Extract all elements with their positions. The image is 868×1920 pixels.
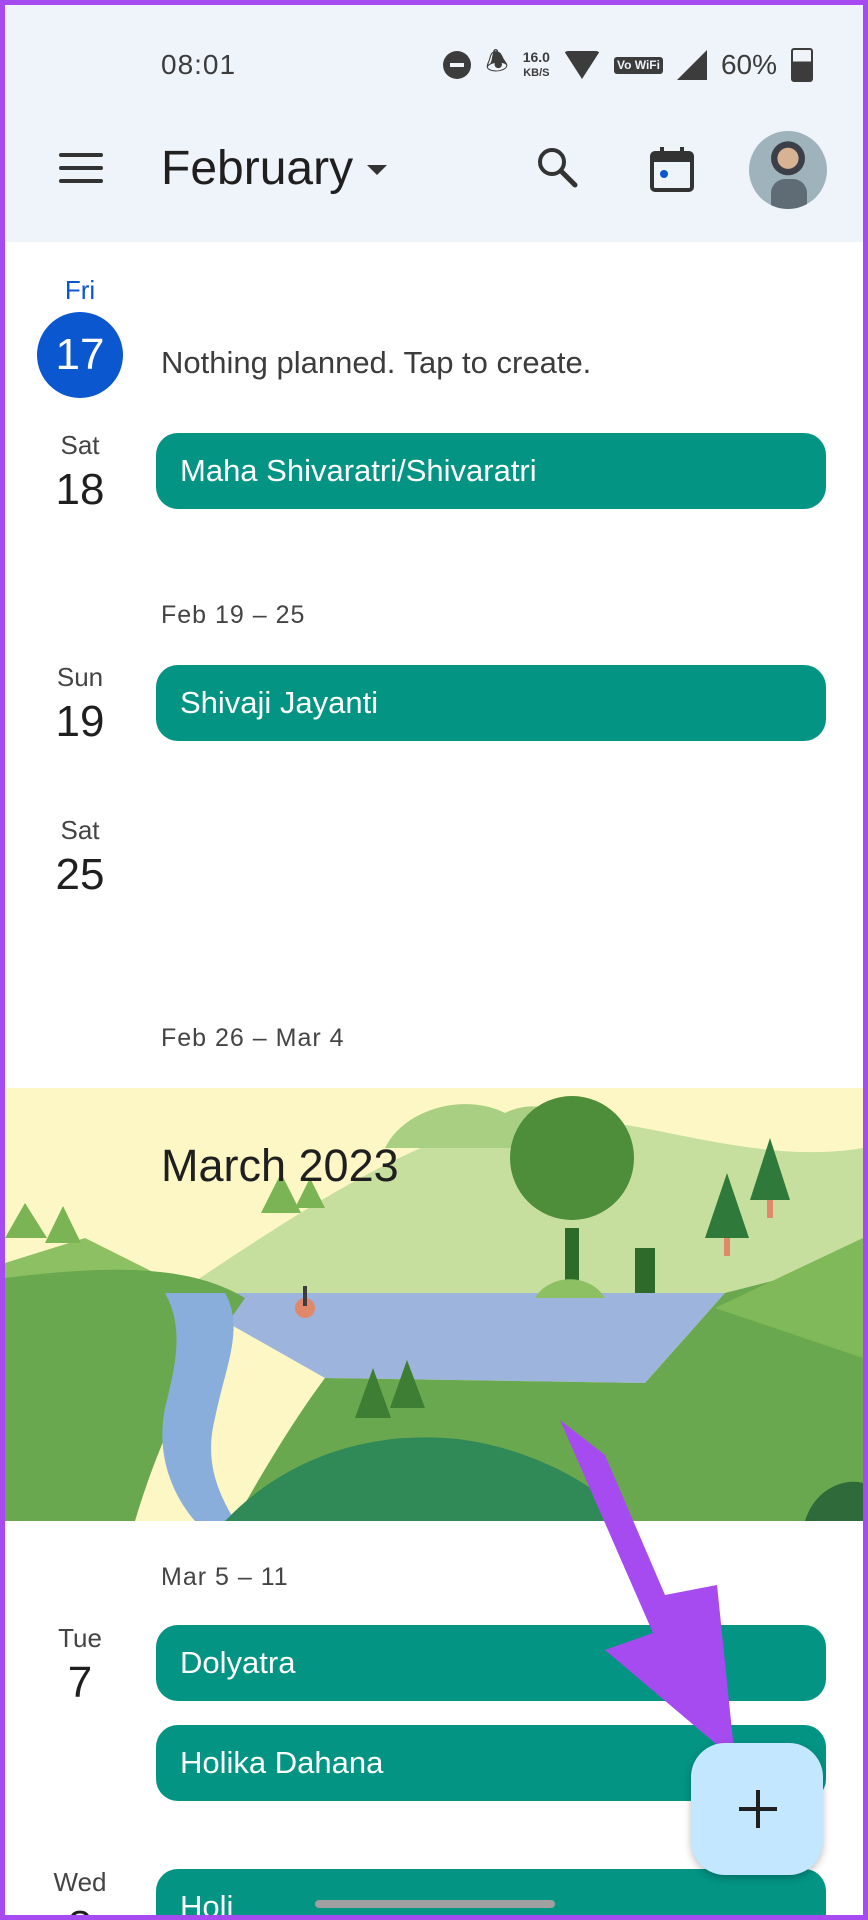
week-range-label: Feb 19 – 25 <box>161 601 306 629</box>
day-of-week: Tue <box>58 1623 102 1653</box>
landscape-illustration <box>5 1088 863 1521</box>
day-of-week: Sat <box>60 430 100 460</box>
vowifi-icon: Vo WiFi <box>613 56 663 74</box>
battery-icon <box>791 48 813 82</box>
app-bar: 08:01 🕭 16.0 KB/S Vo WiFi 60% February <box>5 5 863 242</box>
day-sat-18[interactable]: Sat 18 <box>5 430 155 515</box>
event-chip[interactable]: Maha Shivaratri/Shivaratri <box>156 433 826 509</box>
day-number: 18 <box>55 465 105 514</box>
month-banner-illustration: March 2023 <box>5 1088 863 1521</box>
day-of-week: Sun <box>56 662 104 692</box>
avatar[interactable] <box>749 131 827 209</box>
event-chip[interactable]: Holi <box>156 1869 826 1915</box>
net-speed-unit: KB/S <box>523 67 550 79</box>
day-of-week: Sat <box>60 815 100 845</box>
net-speed-value: 16.0 <box>522 49 550 65</box>
day-number: 8 <box>5 1902 155 1915</box>
today-icon[interactable] <box>649 145 695 193</box>
vibrate-icon: 🕭 <box>485 46 509 76</box>
month-title[interactable]: February <box>161 141 353 196</box>
dnd-icon <box>443 51 472 79</box>
search-icon[interactable] <box>535 145 579 189</box>
today-date-badge: 17 <box>37 312 123 398</box>
day-sat-25[interactable]: Sat 25 <box>5 815 155 900</box>
menu-icon[interactable] <box>59 153 103 183</box>
day-number: 25 <box>55 850 105 899</box>
day-tue-7[interactable]: Tue 7 <box>5 1623 155 1708</box>
day-sun-19[interactable]: Sun 19 <box>5 662 155 747</box>
day-fri-17[interactable]: Fri 17 <box>5 275 155 398</box>
battery-percent: 60% <box>720 49 777 80</box>
event-chip[interactable]: Shivaji Jayanti <box>156 665 826 741</box>
gesture-home-bar[interactable] <box>315 1900 555 1908</box>
event-chip[interactable]: Dolyatra <box>156 1625 826 1701</box>
status-time: 08:01 <box>161 49 237 80</box>
create-event-button[interactable] <box>691 1743 823 1875</box>
signal-icon <box>676 50 707 80</box>
chevron-down-icon[interactable] <box>367 165 387 175</box>
day-of-week: Fri <box>64 275 96 305</box>
nothing-planned-text[interactable]: Nothing planned. Tap to create. <box>161 345 591 381</box>
wifi-icon <box>563 51 600 79</box>
day-wed-8[interactable]: Wed 8 <box>5 1867 155 1915</box>
calendar-screen: 08:01 🕭 16.0 KB/S Vo WiFi 60% February F… <box>5 5 863 1915</box>
day-number: 7 <box>67 1658 93 1707</box>
day-of-week: Wed <box>53 1867 107 1897</box>
month-banner-title: March 2023 <box>161 1140 399 1191</box>
week-range-label: Feb 26 – Mar 4 <box>161 1024 345 1052</box>
net-speed: 16.0 KB/S <box>523 50 550 80</box>
day-number: 19 <box>55 697 105 746</box>
week-range-label: Mar 5 – 11 <box>161 1563 289 1591</box>
status-icons: 🕭 16.0 KB/S Vo WiFi 60% <box>443 45 813 85</box>
